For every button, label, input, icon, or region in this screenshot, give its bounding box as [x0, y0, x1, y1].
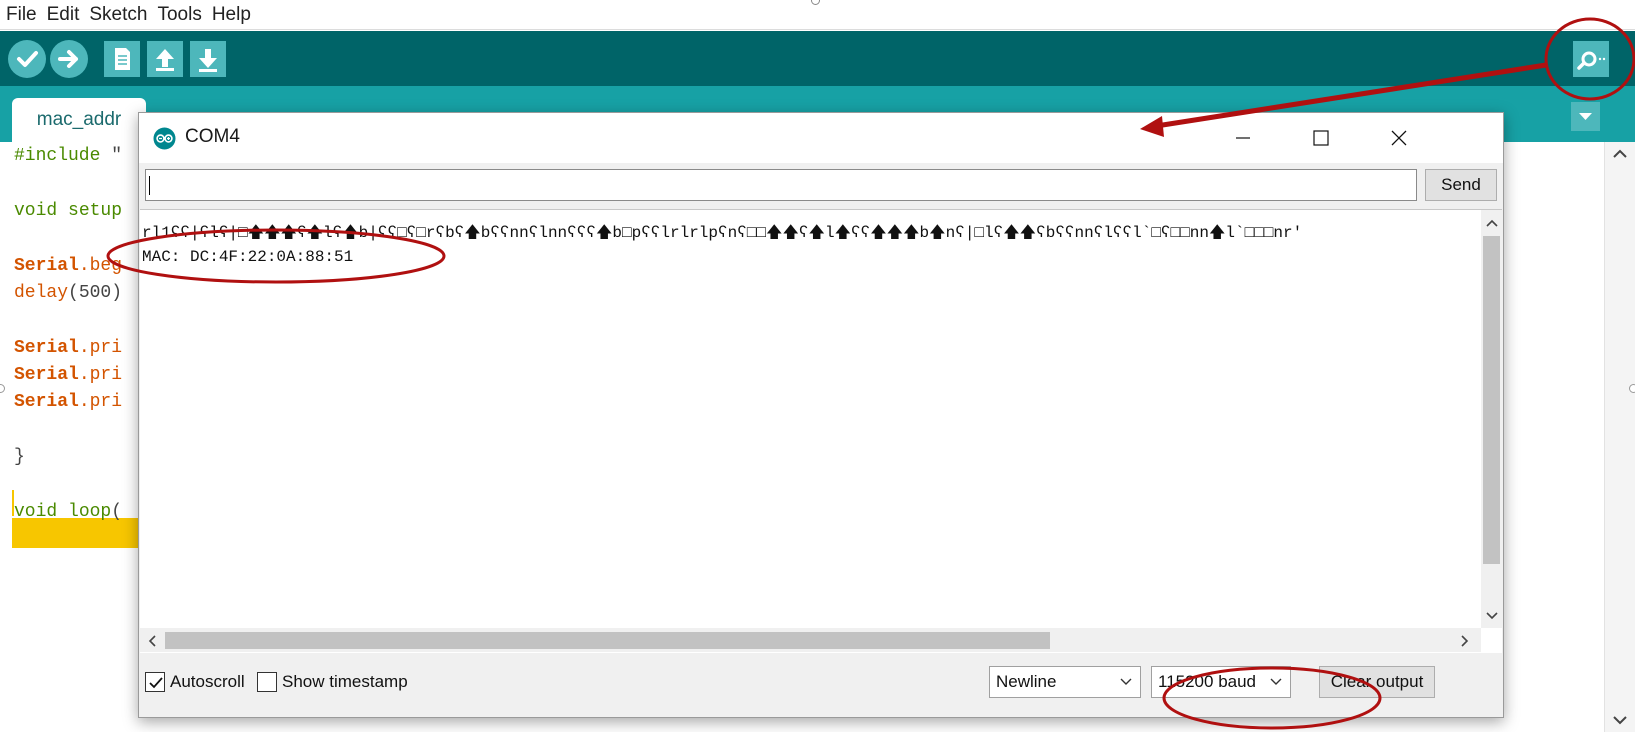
- new-sketch-button[interactable]: [104, 41, 140, 77]
- vertical-scroll-thumb[interactable]: [1483, 236, 1500, 564]
- upload-button[interactable]: [50, 40, 88, 78]
- code-delay: delay: [14, 283, 69, 303]
- code-include-quote: ": [111, 146, 123, 166]
- menu-file[interactable]: File: [6, 4, 37, 26]
- output-vertical-scrollbar[interactable]: [1481, 210, 1502, 628]
- code-serial: Serial: [14, 392, 79, 412]
- chevron-left-icon[interactable]: [147, 634, 157, 648]
- code-line-brace: }: [14, 447, 25, 467]
- code-begin: .beg: [78, 256, 123, 276]
- monitor-title-bar[interactable]: COM4: [139, 113, 1503, 163]
- highlighted-line: [12, 518, 142, 548]
- line-ending-value: Newline: [996, 672, 1057, 691]
- chevron-down-icon[interactable]: [1485, 610, 1499, 620]
- chevron-down-icon[interactable]: [1611, 714, 1629, 726]
- autoscroll-label: Autoscroll: [170, 672, 245, 691]
- code-void: void: [14, 201, 69, 221]
- chevron-down-icon: [1579, 113, 1592, 120]
- chevron-down-icon: [1120, 678, 1132, 685]
- baud-rate-select[interactable]: 115200 baud: [1151, 666, 1291, 698]
- code-loop-paren: (: [111, 502, 123, 522]
- minimize-icon: [1236, 137, 1250, 139]
- close-icon: [1391, 130, 1407, 146]
- code-line-setup: void setup: [14, 201, 122, 221]
- open-sketch-button[interactable]: [147, 41, 183, 77]
- arduino-logo-icon: [153, 127, 176, 150]
- close-button[interactable]: [1370, 113, 1428, 163]
- horizontal-scroll-thumb[interactable]: [165, 632, 1050, 649]
- right-resize-handle: [1629, 384, 1635, 393]
- maximize-button[interactable]: [1292, 113, 1350, 163]
- open-icon: [156, 49, 174, 71]
- maximize-icon: [1313, 130, 1329, 146]
- monitor-bottom-bar: Autoscroll Show timestamp Newline 115200…: [139, 653, 1503, 717]
- chevron-up-icon[interactable]: [1611, 148, 1629, 160]
- serial-monitor-button[interactable]: [1573, 41, 1609, 77]
- save-sketch-button[interactable]: [190, 41, 226, 77]
- checkmark-icon: [149, 677, 163, 689]
- code-delay-args: (500): [68, 283, 123, 303]
- code-include: #include: [14, 146, 112, 166]
- output-horizontal-scrollbar[interactable]: [140, 628, 1481, 652]
- code-line-delay: delay(500): [14, 283, 122, 303]
- code-line-print-2: Serial.pri: [14, 365, 122, 385]
- show-timestamp-label: Show timestamp: [282, 672, 408, 691]
- text-caret: [149, 176, 150, 195]
- code-setup: setup: [68, 201, 123, 221]
- code-serial: Serial: [14, 256, 79, 276]
- autoscroll-checkbox[interactable]: [145, 672, 165, 692]
- code-print: .pri: [78, 365, 123, 385]
- code-loop: loop: [68, 502, 112, 522]
- menu-tools[interactable]: Tools: [157, 4, 201, 26]
- code-line-include: #include ": [14, 146, 122, 166]
- code-line-serial-begin: Serial.beg: [14, 256, 122, 276]
- code-serial: Serial: [14, 365, 79, 385]
- new-icon: [115, 48, 130, 70]
- editor-vertical-scrollbar[interactable]: [1604, 142, 1635, 732]
- menu-sketch[interactable]: Sketch: [89, 4, 147, 26]
- tab-mac-addr[interactable]: mac_addr: [12, 98, 146, 142]
- verify-button[interactable]: [8, 40, 46, 78]
- serial-send-input[interactable]: [145, 169, 1417, 201]
- line-ending-select[interactable]: Newline: [989, 666, 1141, 698]
- magnifier-icon: [1577, 51, 1606, 70]
- code-line-print-3: Serial.pri: [14, 392, 122, 412]
- serial-monitor-window: COM4 Send rl1ʕʕ|ʕlʕ|□🡅🡅🡅ʕ🡅lʕ🡅b|ʕʕ□ʕ□rʕbʕ…: [138, 112, 1504, 718]
- output-line-mac: MAC: DC:4F:22:0A:88:51: [142, 248, 354, 266]
- verify-icon: [17, 51, 38, 67]
- tab-menu-button[interactable]: [1571, 102, 1600, 131]
- code-line-loop: void loop(: [14, 502, 122, 522]
- code-void: void: [14, 502, 69, 522]
- show-timestamp-checkbox[interactable]: [257, 672, 277, 692]
- toolbar: [0, 31, 1635, 86]
- code-serial: Serial: [14, 338, 79, 358]
- save-icon: [199, 49, 217, 72]
- serial-output[interactable]: rl1ʕʕ|ʕlʕ|□🡅🡅🡅ʕ🡅lʕ🡅b|ʕʕ□ʕ□rʕbʕ🡅bʕʕnnʕlnn…: [140, 209, 1502, 653]
- code-line-print-1: Serial.pri: [14, 338, 122, 358]
- chevron-down-icon: [1270, 678, 1282, 685]
- menu-help[interactable]: Help: [212, 4, 251, 26]
- send-button[interactable]: Send: [1425, 169, 1497, 201]
- menu-edit[interactable]: Edit: [47, 4, 80, 26]
- upload-icon: [58, 50, 78, 68]
- minimize-button[interactable]: [1214, 113, 1272, 163]
- chevron-right-icon[interactable]: [1460, 634, 1470, 648]
- chevron-up-icon[interactable]: [1485, 218, 1499, 228]
- monitor-title: COM4: [185, 126, 240, 147]
- code-print: .pri: [78, 338, 123, 358]
- code-print: .pri: [78, 392, 123, 412]
- baud-rate-value: 115200 baud: [1158, 672, 1257, 691]
- output-line-garbage: rl1ʕʕ|ʕlʕ|□🡅🡅🡅ʕ🡅lʕ🡅b|ʕʕ□ʕ□rʕbʕ🡅bʕʕnnʕlnn…: [142, 224, 1303, 242]
- clear-output-button[interactable]: Clear output: [1319, 666, 1435, 698]
